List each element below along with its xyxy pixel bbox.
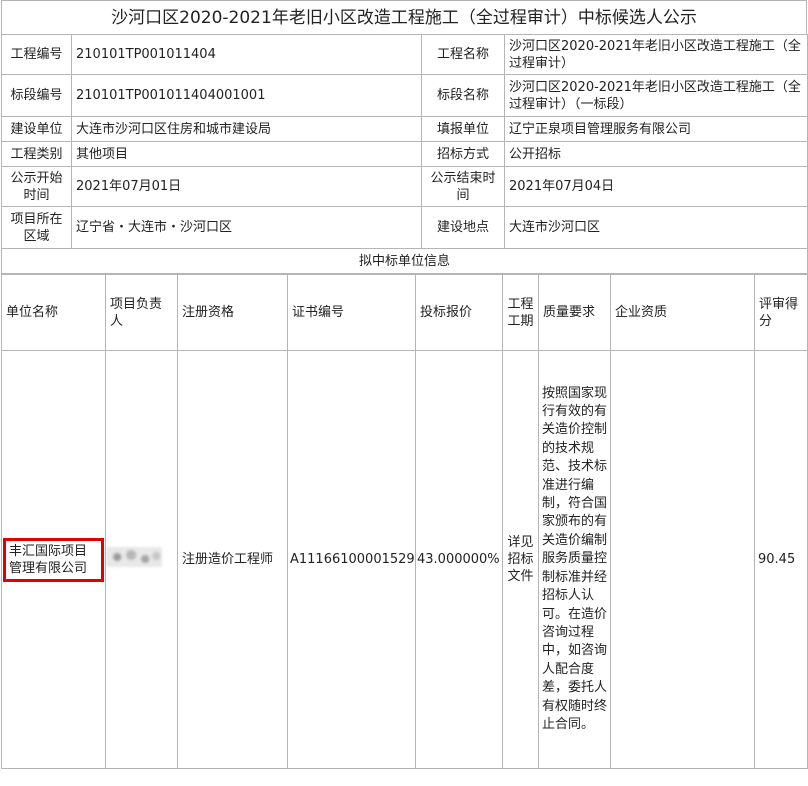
candidate-cert-no: A11166100001529 (287, 350, 416, 769)
end-date-value: 2021年07月04日 (504, 166, 808, 207)
page-title: 沙河口区2020-2021年老旧小区改造工程施工（全过程审计）中标候选人公示 (1, 0, 807, 34)
bid-method-value: 公开招标 (504, 141, 808, 167)
location-value: 大连市沙河口区 (504, 206, 808, 249)
row-builder: 建设单位 大连市沙河口区住房和城市建设局 填报单位 辽宁正泉项目管理服务有限公司 (1, 116, 808, 142)
row-category: 工程类别 其他项目 招标方式 公开招标 (1, 141, 808, 167)
row-region: 项目所在区域 辽宁省・大连市・沙河口区 建设地点 大连市沙河口区 (1, 206, 808, 249)
location-label: 建设地点 (421, 206, 505, 249)
section-name-value: 沙河口区2020-2021年老旧小区改造工程施工（全过程审计）（一标段） (504, 74, 808, 117)
region-label: 项目所在区域 (1, 206, 72, 249)
section-name-label: 标段名称 (421, 74, 505, 117)
section-code-label: 标段编号 (1, 74, 72, 117)
col-period: 工程工期 (502, 274, 539, 351)
candidates-section-title: 拟中标单位信息 (1, 248, 808, 274)
candidate-qualification: 注册造价工程师 (177, 350, 288, 769)
row-project-code: 工程编号 210101TP001011404 工程名称 沙河口区2020-202… (1, 34, 808, 75)
col-enterprise-qual: 企业资质 (610, 274, 755, 351)
project-name-value: 沙河口区2020-2021年老旧小区改造工程施工（全过程审计） (504, 34, 808, 75)
project-info-table: 工程编号 210101TP001011404 工程名称 沙河口区2020-202… (1, 34, 808, 274)
candidate-unit-cell: 丰汇国际项目管理有限公司 (1, 350, 106, 769)
category-label: 工程类别 (1, 141, 72, 167)
reporter-label: 填报单位 (421, 116, 505, 142)
col-score: 评审得分 (754, 274, 808, 351)
candidate-row: 丰汇国际项目管理有限公司 注册造价工程师 A11166100001529 43.… (1, 350, 808, 769)
candidate-quality: 按照国家现行有效的有关造价控制的技术规范、技术标准进行编制，符合国家颁布的有关造… (538, 350, 611, 769)
redacted-manager-name (106, 547, 162, 567)
candidate-enterprise-qual (610, 350, 755, 769)
reporter-value: 辽宁正泉项目管理服务有限公司 (504, 116, 808, 142)
col-qualification: 注册资格 (177, 274, 288, 351)
category-value: 其他项目 (71, 141, 422, 167)
candidate-bid-price: 43.000000% (415, 350, 503, 769)
candidates-table: 单位名称 项目负责人 注册资格 证书编号 投标报价 工程工期 质量要求 企业资质… (1, 274, 808, 769)
col-cert-no: 证书编号 (287, 274, 416, 351)
row-dates: 公示开始时间 2021年07月01日 公示结束时间 2021年07月04日 (1, 166, 808, 207)
col-unit-name: 单位名称 (1, 274, 106, 351)
project-code-label: 工程编号 (1, 34, 72, 75)
section-code-value: 210101TP001011404001001 (71, 74, 422, 117)
candidate-period: 详见招标文件 (502, 350, 539, 769)
col-quality: 质量要求 (538, 274, 611, 351)
end-date-label: 公示结束时间 (421, 166, 505, 207)
row-section-code: 标段编号 210101TP001011404001001 标段名称 沙河口区20… (1, 74, 808, 117)
candidates-header-row: 单位名称 项目负责人 注册资格 证书编号 投标报价 工程工期 质量要求 企业资质… (1, 274, 808, 351)
col-bid-price: 投标报价 (415, 274, 503, 351)
candidate-manager-cell (105, 350, 178, 769)
row-section-title: 拟中标单位信息 (1, 248, 808, 274)
announcement-page: 沙河口区2020-2021年老旧小区改造工程施工（全过程审计）中标候选人公示 工… (0, 0, 808, 786)
project-name-label: 工程名称 (421, 34, 505, 75)
start-date-label: 公示开始时间 (1, 166, 72, 207)
start-date-value: 2021年07月01日 (71, 166, 422, 207)
project-code-value: 210101TP001011404 (71, 34, 422, 75)
candidate-score: 90.45 (754, 350, 808, 769)
region-value: 辽宁省・大连市・沙河口区 (71, 206, 422, 249)
col-manager: 项目负责人 (105, 274, 178, 351)
candidate-unit-name: 丰汇国际项目管理有限公司 (3, 537, 104, 582)
bid-method-label: 招标方式 (421, 141, 505, 167)
builder-value: 大连市沙河口区住房和城市建设局 (71, 116, 422, 142)
builder-label: 建设单位 (1, 116, 72, 142)
